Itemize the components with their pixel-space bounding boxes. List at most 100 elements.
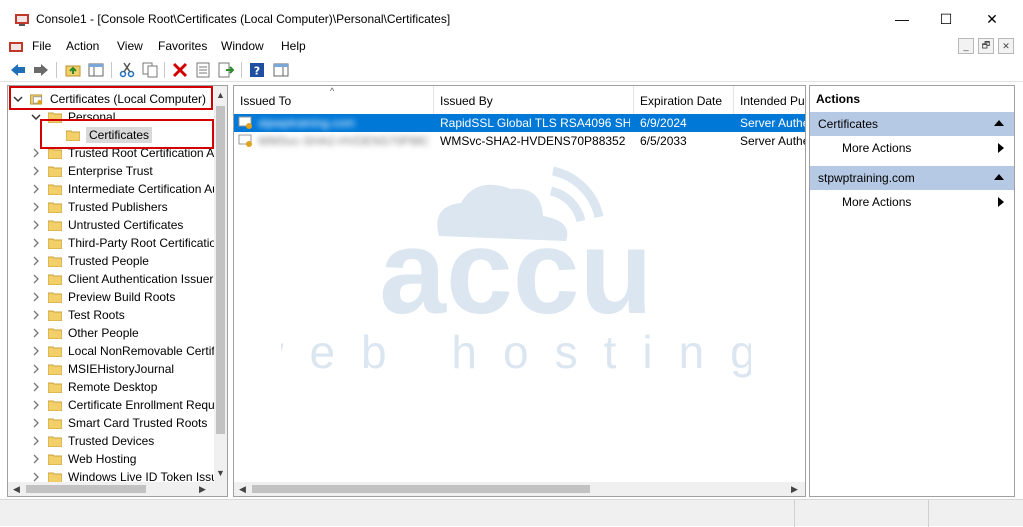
chevron-down-icon[interactable] [12, 93, 24, 105]
tree-item[interactable]: Other People [30, 324, 139, 342]
section-label: Certificates [818, 117, 879, 131]
chevron-right-icon[interactable] [30, 147, 42, 159]
chevron-right-icon[interactable] [30, 345, 42, 357]
column-expiration-date[interactable]: Expiration Date [634, 86, 734, 116]
certificate-list-pane[interactable]: Issued To ^ Issued By Expiration Date In… [233, 85, 806, 497]
tree-item[interactable]: Untrusted Certificates [30, 216, 183, 234]
chevron-right-icon[interactable] [30, 399, 42, 411]
delete-button[interactable] [170, 60, 190, 80]
table-row[interactable]: stpwptraining.com RapidSSL Global TLS RS… [234, 114, 805, 132]
export-list-button[interactable] [216, 60, 236, 80]
copy-icon [142, 62, 158, 78]
folder-icon [48, 310, 62, 321]
scroll-left-icon[interactable]: ◀ [10, 482, 23, 496]
scroll-down-icon[interactable]: ▼ [214, 466, 227, 480]
chevron-right-icon[interactable] [30, 291, 42, 303]
up-one-level-button[interactable] [63, 60, 83, 80]
scrollbar-thumb[interactable] [252, 485, 590, 493]
tree-item[interactable]: MSIEHistoryJournal [30, 360, 174, 378]
tree-item-label: Trusted Root Certification Authorities [68, 146, 227, 160]
menu-window[interactable]: Window [217, 39, 268, 53]
chevron-right-icon[interactable] [30, 327, 42, 339]
tree-item-certificates[interactable]: Certificates [66, 126, 153, 144]
tree-item[interactable]: Client Authentication Issuers [30, 270, 219, 288]
chevron-down-icon[interactable] [30, 111, 42, 123]
scroll-right-icon[interactable]: ▶ [196, 482, 209, 496]
chevron-right-icon[interactable] [30, 165, 42, 177]
tree-horizontal-scrollbar[interactable]: ◀ ▶ [8, 482, 227, 496]
show-hide-action-pane-button[interactable] [271, 60, 291, 80]
scroll-right-icon[interactable]: ▶ [788, 482, 801, 496]
scrollbar-thumb[interactable] [26, 485, 146, 493]
tree-item[interactable]: Trusted Publishers [30, 198, 168, 216]
tree-item[interactable]: Trusted Devices [30, 432, 154, 450]
forward-button[interactable] [31, 60, 51, 80]
tree-item[interactable]: Local NonRemovable Certificates [30, 342, 227, 360]
tree-item[interactable]: Trusted Root Certification Authorities [30, 144, 227, 162]
chevron-right-icon[interactable] [30, 435, 42, 447]
title-bar[interactable]: Console1 - [Console Root\Certificates (L… [0, 0, 1023, 36]
toolbar: ? [0, 58, 1023, 82]
copy-button[interactable] [140, 60, 160, 80]
chevron-right-icon[interactable] [30, 417, 42, 429]
menu-view[interactable]: View [113, 39, 147, 53]
tree-item[interactable]: Third-Party Root Certification Authoriti… [30, 234, 227, 252]
action-more-actions[interactable]: More Actions [810, 191, 1014, 213]
tree-item[interactable]: Trusted People [30, 252, 149, 270]
table-row[interactable]: WMSvc-SHA2-HVDENS70P88352 WMSvc-SHA2-HVD… [234, 132, 805, 150]
chevron-right-icon[interactable] [30, 453, 42, 465]
chevron-right-icon[interactable] [30, 219, 42, 231]
child-close-button[interactable]: ✕ [998, 38, 1014, 54]
chevron-right-icon[interactable] [30, 183, 42, 195]
scrollbar-thumb[interactable] [216, 106, 225, 434]
list-horizontal-scrollbar[interactable]: ◀ ▶ [234, 482, 805, 496]
system-menu-icon[interactable] [8, 39, 24, 55]
tree-item-label: Trusted People [68, 254, 149, 268]
cut-button[interactable] [117, 60, 137, 80]
column-issued-by[interactable]: Issued By [434, 86, 634, 116]
scroll-left-icon[interactable]: ◀ [236, 482, 249, 496]
actions-section-certificates[interactable]: Certificates [810, 112, 1014, 136]
menu-file[interactable]: File [28, 39, 55, 53]
chevron-right-icon[interactable] [30, 363, 42, 375]
chevron-right-icon[interactable] [30, 309, 42, 321]
collapse-icon[interactable] [994, 174, 1004, 180]
minimize-button[interactable]: — [880, 6, 924, 32]
maximize-button[interactable]: ☐ [924, 6, 968, 32]
tree-item[interactable]: Enterprise Trust [30, 162, 153, 180]
child-restore-button[interactable]: 🗗 [978, 38, 994, 54]
actions-section-selected-certificate[interactable]: stpwptraining.com [810, 166, 1014, 190]
chevron-right-icon[interactable] [30, 201, 42, 213]
column-intended-purposes[interactable]: Intended Purposes [734, 86, 805, 116]
tree-item[interactable]: Web Hosting [30, 450, 136, 468]
close-button[interactable]: ✕ [970, 6, 1014, 32]
menu-help[interactable]: Help [277, 39, 310, 53]
chevron-right-icon[interactable] [30, 381, 42, 393]
tree-root-certificates-local-computer[interactable]: Certificates (Local Computer) [12, 90, 206, 108]
show-hide-tree-button[interactable] [86, 60, 106, 80]
console-tree-pane[interactable]: Certificates (Local Computer) Personal C… [7, 85, 228, 497]
action-more-actions[interactable]: More Actions [810, 137, 1014, 159]
chevron-right-icon[interactable] [30, 273, 42, 285]
tree-item-personal[interactable]: Personal [30, 108, 115, 126]
chevron-right-icon[interactable] [30, 237, 42, 249]
tree-vertical-scrollbar[interactable]: ▲ ▼ [214, 86, 227, 482]
tree-item[interactable]: Intermediate Certification Authorities [30, 180, 227, 198]
show-hide-action-pane-icon [273, 63, 289, 77]
help-button[interactable]: ? [247, 60, 267, 80]
column-label: Intended Purposes [740, 94, 805, 108]
child-minimize-button[interactable]: _ [958, 38, 974, 54]
back-button[interactable] [8, 60, 28, 80]
menu-action[interactable]: Action [62, 39, 103, 53]
actions-pane: Actions Certificates More Actions stpwpt… [809, 85, 1015, 497]
tree-item[interactable]: Smart Card Trusted Roots [30, 414, 207, 432]
tree-item[interactable]: Preview Build Roots [30, 288, 175, 306]
scroll-up-icon[interactable]: ▲ [214, 88, 227, 102]
tree-item[interactable]: Test Roots [30, 306, 125, 324]
tree-item[interactable]: Certificate Enrollment Requests [30, 396, 227, 414]
collapse-icon[interactable] [994, 120, 1004, 126]
menu-favorites[interactable]: Favorites [154, 39, 211, 53]
properties-button[interactable] [193, 60, 213, 80]
chevron-right-icon[interactable] [30, 255, 42, 267]
tree-item[interactable]: Remote Desktop [30, 378, 157, 396]
